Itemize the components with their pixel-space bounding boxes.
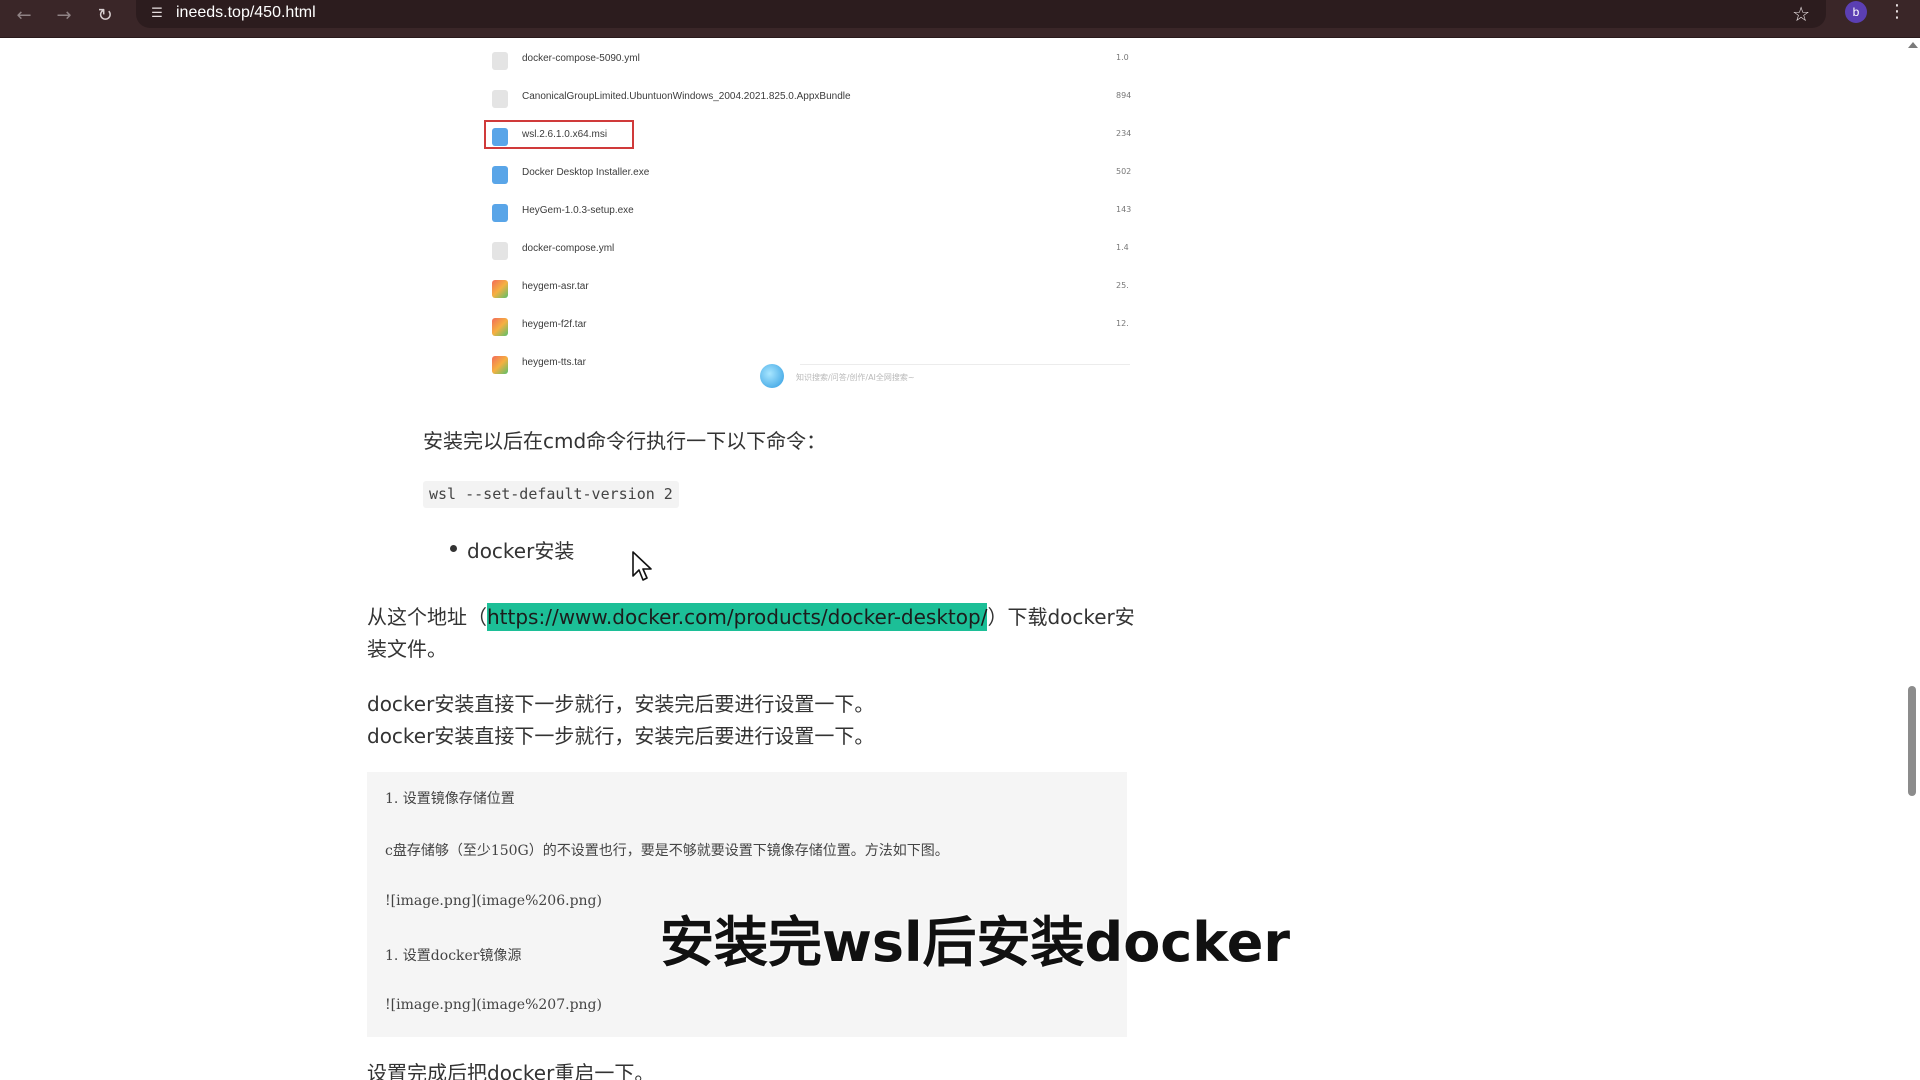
docker-install-heading: docker安装 xyxy=(467,539,575,563)
installer-file-icon xyxy=(492,166,508,184)
file-size: 502 xyxy=(1116,167,1132,176)
file-size: 12. xyxy=(1116,319,1129,328)
installer-file-icon xyxy=(492,204,508,222)
code-line: c盘存储够（至少150G）的不设置也行，要是不够就要设置下镜像存储位置。方法如下… xyxy=(385,843,949,859)
archive-file-icon xyxy=(492,356,508,374)
file-row[interactable]: docker-compose.yml 1.4 xyxy=(480,232,1130,270)
star-icon[interactable]: ☆ xyxy=(1792,2,1810,26)
profile-avatar[interactable]: b xyxy=(1845,1,1867,23)
download-paragraph: 从这个地址（https://www.docker.com/products/do… xyxy=(367,601,1135,631)
document-file-icon xyxy=(492,242,508,260)
file-name: heygem-tts.tar xyxy=(522,357,586,368)
download-prefix: 从这个地址（ xyxy=(367,605,487,629)
reload-icon[interactable]: ↻ xyxy=(91,2,119,30)
install-note-line: docker安装直接下一步就行，安装完后要进行设置一下。 xyxy=(367,724,875,748)
browser-toolbar: ← → ↻ ☰ ineeds.top/450.html ☆ b ⋮ xyxy=(0,0,1920,38)
file-size: 1.0 xyxy=(1116,53,1129,62)
download-suffix: ）下载docker安 xyxy=(987,605,1135,629)
scroll-thumb[interactable] xyxy=(1908,686,1916,796)
document-file-icon xyxy=(492,90,508,108)
file-row[interactable]: HeyGem-1.0.3-setup.exe 143 xyxy=(480,194,1131,232)
download-paragraph-cont: 装文件。 xyxy=(367,637,447,661)
archive-file-icon xyxy=(492,280,508,298)
installer-file-icon xyxy=(492,128,508,146)
install-note-line: docker安装直接下一步就行，安装完后要进行设置一下。 xyxy=(367,692,875,716)
code-line: 1. 设置镜像存储位置 xyxy=(385,791,515,807)
file-size: 894 xyxy=(1116,91,1132,100)
video-caption: 安装完wsl后安装docker xyxy=(660,911,1291,974)
file-size: 143 xyxy=(1116,205,1132,214)
scroll-up-icon[interactable] xyxy=(1908,42,1918,48)
file-name: wsl.2.6.1.0.x64.msi xyxy=(522,129,608,140)
file-row[interactable]: wsl.2.6.1.0.x64.msi 234 xyxy=(480,118,1131,156)
document-file-icon xyxy=(492,52,508,70)
address-bar[interactable]: ☰ ineeds.top/450.html ☆ xyxy=(136,0,1826,28)
file-row[interactable]: heygem-tts.tar xyxy=(480,346,1130,384)
file-size: 25. xyxy=(1116,281,1129,290)
file-row[interactable]: heygem-asr.tar 25. xyxy=(480,270,1130,308)
file-name: docker-compose-5090.yml xyxy=(522,53,640,64)
file-name: heygem-f2f.tar xyxy=(522,319,587,330)
arrow-right-icon[interactable]: → xyxy=(50,2,78,30)
code-line: ![image.png](image%207.png) xyxy=(385,997,602,1013)
url-text[interactable]: ineeds.top/450.html xyxy=(176,4,316,22)
install-command-intro: 安装完以后在cmd命令行执行一下以下命令： xyxy=(423,429,827,453)
file-name: heygem-asr.tar xyxy=(522,281,589,292)
file-name: docker-compose.yml xyxy=(522,243,615,254)
code-line: 1. 设置docker镜像源 xyxy=(385,948,522,964)
file-list-image: 知识搜索/问答/创作/AI全网搜索~ docker-compose-5090.y… xyxy=(480,42,1131,392)
archive-file-icon xyxy=(492,318,508,336)
bullet-icon xyxy=(450,545,457,552)
file-name: CanonicalGroupLimited.UbuntuonWindows_20… xyxy=(522,91,851,102)
restart-note: 设置完成后把docker重启一下。 xyxy=(367,1061,655,1080)
mouse-cursor-icon xyxy=(632,551,652,581)
page-scrollbar[interactable] xyxy=(1904,38,1920,1080)
file-row[interactable]: heygem-f2f.tar 12. xyxy=(480,308,1130,346)
file-size: 1.4 xyxy=(1116,243,1129,252)
file-size: 234 xyxy=(1116,129,1132,138)
file-row[interactable]: Docker Desktop Installer.exe 502 xyxy=(480,156,1131,194)
file-row[interactable]: CanonicalGroupLimited.UbuntuonWindows_20… xyxy=(480,80,1131,118)
code-line: ![image.png](image%206.png) xyxy=(385,893,602,909)
file-name: HeyGem-1.0.3-setup.exe xyxy=(522,205,634,216)
file-row[interactable]: docker-compose-5090.yml 1.0 xyxy=(480,42,1130,80)
kebab-icon[interactable]: ⋮ xyxy=(1888,0,1906,24)
arrow-left-icon[interactable]: ← xyxy=(10,2,38,30)
file-name: Docker Desktop Installer.exe xyxy=(522,167,650,178)
docker-download-link[interactable]: https://www.docker.com/products/docker-d… xyxy=(487,603,988,631)
inline-code: wsl --set-default-version 2 xyxy=(423,481,679,508)
tune-icon[interactable]: ☰ xyxy=(146,3,168,25)
